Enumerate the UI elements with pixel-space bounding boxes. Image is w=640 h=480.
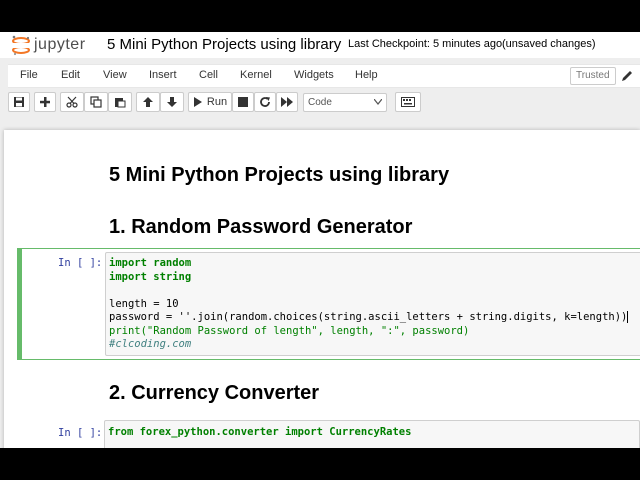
fast-forward-icon (281, 97, 293, 107)
paste-icon (115, 98, 126, 108)
plus-icon (40, 97, 50, 107)
stop-icon (238, 97, 248, 107)
code-content[interactable]: import random import string length = 10 … (109, 257, 629, 352)
insert-cell-button[interactable] (34, 92, 56, 112)
code-line-7: #clcoding.com (109, 338, 192, 350)
menu-cell[interactable]: Cell (199, 69, 218, 81)
pencil-icon[interactable] (620, 69, 634, 83)
jupyter-logo-text: jupyter (34, 36, 86, 53)
interrupt-kernel-button[interactable] (232, 92, 254, 112)
run-label: Run (206, 96, 228, 108)
save-button[interactable] (8, 92, 30, 112)
markdown-heading-password-generator[interactable]: 1. Random Password Generator (109, 216, 412, 239)
run-button[interactable]: Run (188, 92, 232, 112)
save-icon (14, 97, 24, 107)
notebook-container: 5 Mini Python Projects using library 1. … (4, 130, 640, 448)
keyboard-icon (401, 97, 415, 107)
markdown-heading-currency-converter[interactable]: 2. Currency Converter (109, 382, 319, 405)
code-line-2: import string (109, 270, 192, 283)
cell-type-select[interactable]: Code (303, 93, 387, 112)
paste-button[interactable] (108, 92, 132, 112)
chevron-down-icon (374, 99, 382, 105)
menu-bar: File Edit View Insert Cell Kernel Widget… (8, 64, 640, 88)
cell-type-value: Code (308, 97, 332, 108)
jupyter-logo[interactable]: jupyter (10, 34, 86, 56)
notebook-title[interactable]: 5 Mini Python Projects using library (107, 36, 341, 53)
input-prompt-2: In [ ]: (58, 427, 103, 439)
trusted-indicator[interactable]: Trusted (570, 67, 616, 85)
notebook-toolbar: Run Code (8, 92, 640, 114)
restart-run-all-button[interactable] (276, 92, 298, 112)
code-line-1: import random (109, 257, 192, 269)
code-cell-selected[interactable]: In [ ]: import random import string leng… (17, 248, 640, 360)
text-cursor (627, 311, 629, 323)
arrow-up-icon (143, 97, 153, 107)
move-down-button[interactable] (160, 92, 184, 112)
code-editor[interactable]: import random import string length = 10 … (105, 252, 640, 356)
code-line-5: password = ''.join(random.choices(string… (109, 311, 628, 323)
move-up-button[interactable] (136, 92, 160, 112)
code-editor-2[interactable]: from forex_python.converter import Curre… (104, 420, 640, 448)
cut-icon (66, 96, 78, 108)
jupyter-notebook-app: jupyter 5 Mini Python Projects using lib… (0, 32, 640, 448)
restart-kernel-button[interactable] (254, 92, 276, 112)
menu-kernel[interactable]: Kernel (240, 69, 272, 81)
copy-icon (90, 96, 102, 108)
copy-button[interactable] (84, 92, 108, 112)
restart-icon (260, 97, 270, 107)
code-line-6: print("Random Password of length", lengt… (109, 324, 470, 337)
code-line-4: length = 10 (109, 297, 179, 310)
unsaved-changes-indicator: (unsaved changes) (502, 38, 596, 50)
jupyter-logo-icon (10, 35, 32, 56)
cut-button[interactable] (60, 92, 84, 112)
video-letterbox-bottom (0, 448, 640, 480)
play-icon (193, 97, 202, 107)
arrow-down-icon (167, 97, 177, 107)
input-prompt: In [ ]: (58, 257, 103, 269)
menu-view[interactable]: View (103, 69, 127, 81)
menu-widgets[interactable]: Widgets (294, 69, 334, 81)
menu-help[interactable]: Help (355, 69, 378, 81)
markdown-heading-title[interactable]: 5 Mini Python Projects using library (109, 164, 449, 187)
code-line-2-1: from forex_python.converter import Curre… (108, 426, 412, 438)
code-content-2[interactable]: from forex_python.converter import Curre… (108, 426, 411, 440)
video-letterbox-top (0, 0, 640, 32)
menu-edit[interactable]: Edit (61, 69, 80, 81)
menu-file[interactable]: File (20, 69, 38, 81)
checkpoint-status: Last Checkpoint: 5 minutes ago (348, 38, 503, 50)
command-palette-button[interactable] (395, 92, 421, 112)
menu-insert[interactable]: Insert (149, 69, 177, 81)
notebook-header: jupyter 5 Mini Python Projects using lib… (0, 32, 640, 58)
